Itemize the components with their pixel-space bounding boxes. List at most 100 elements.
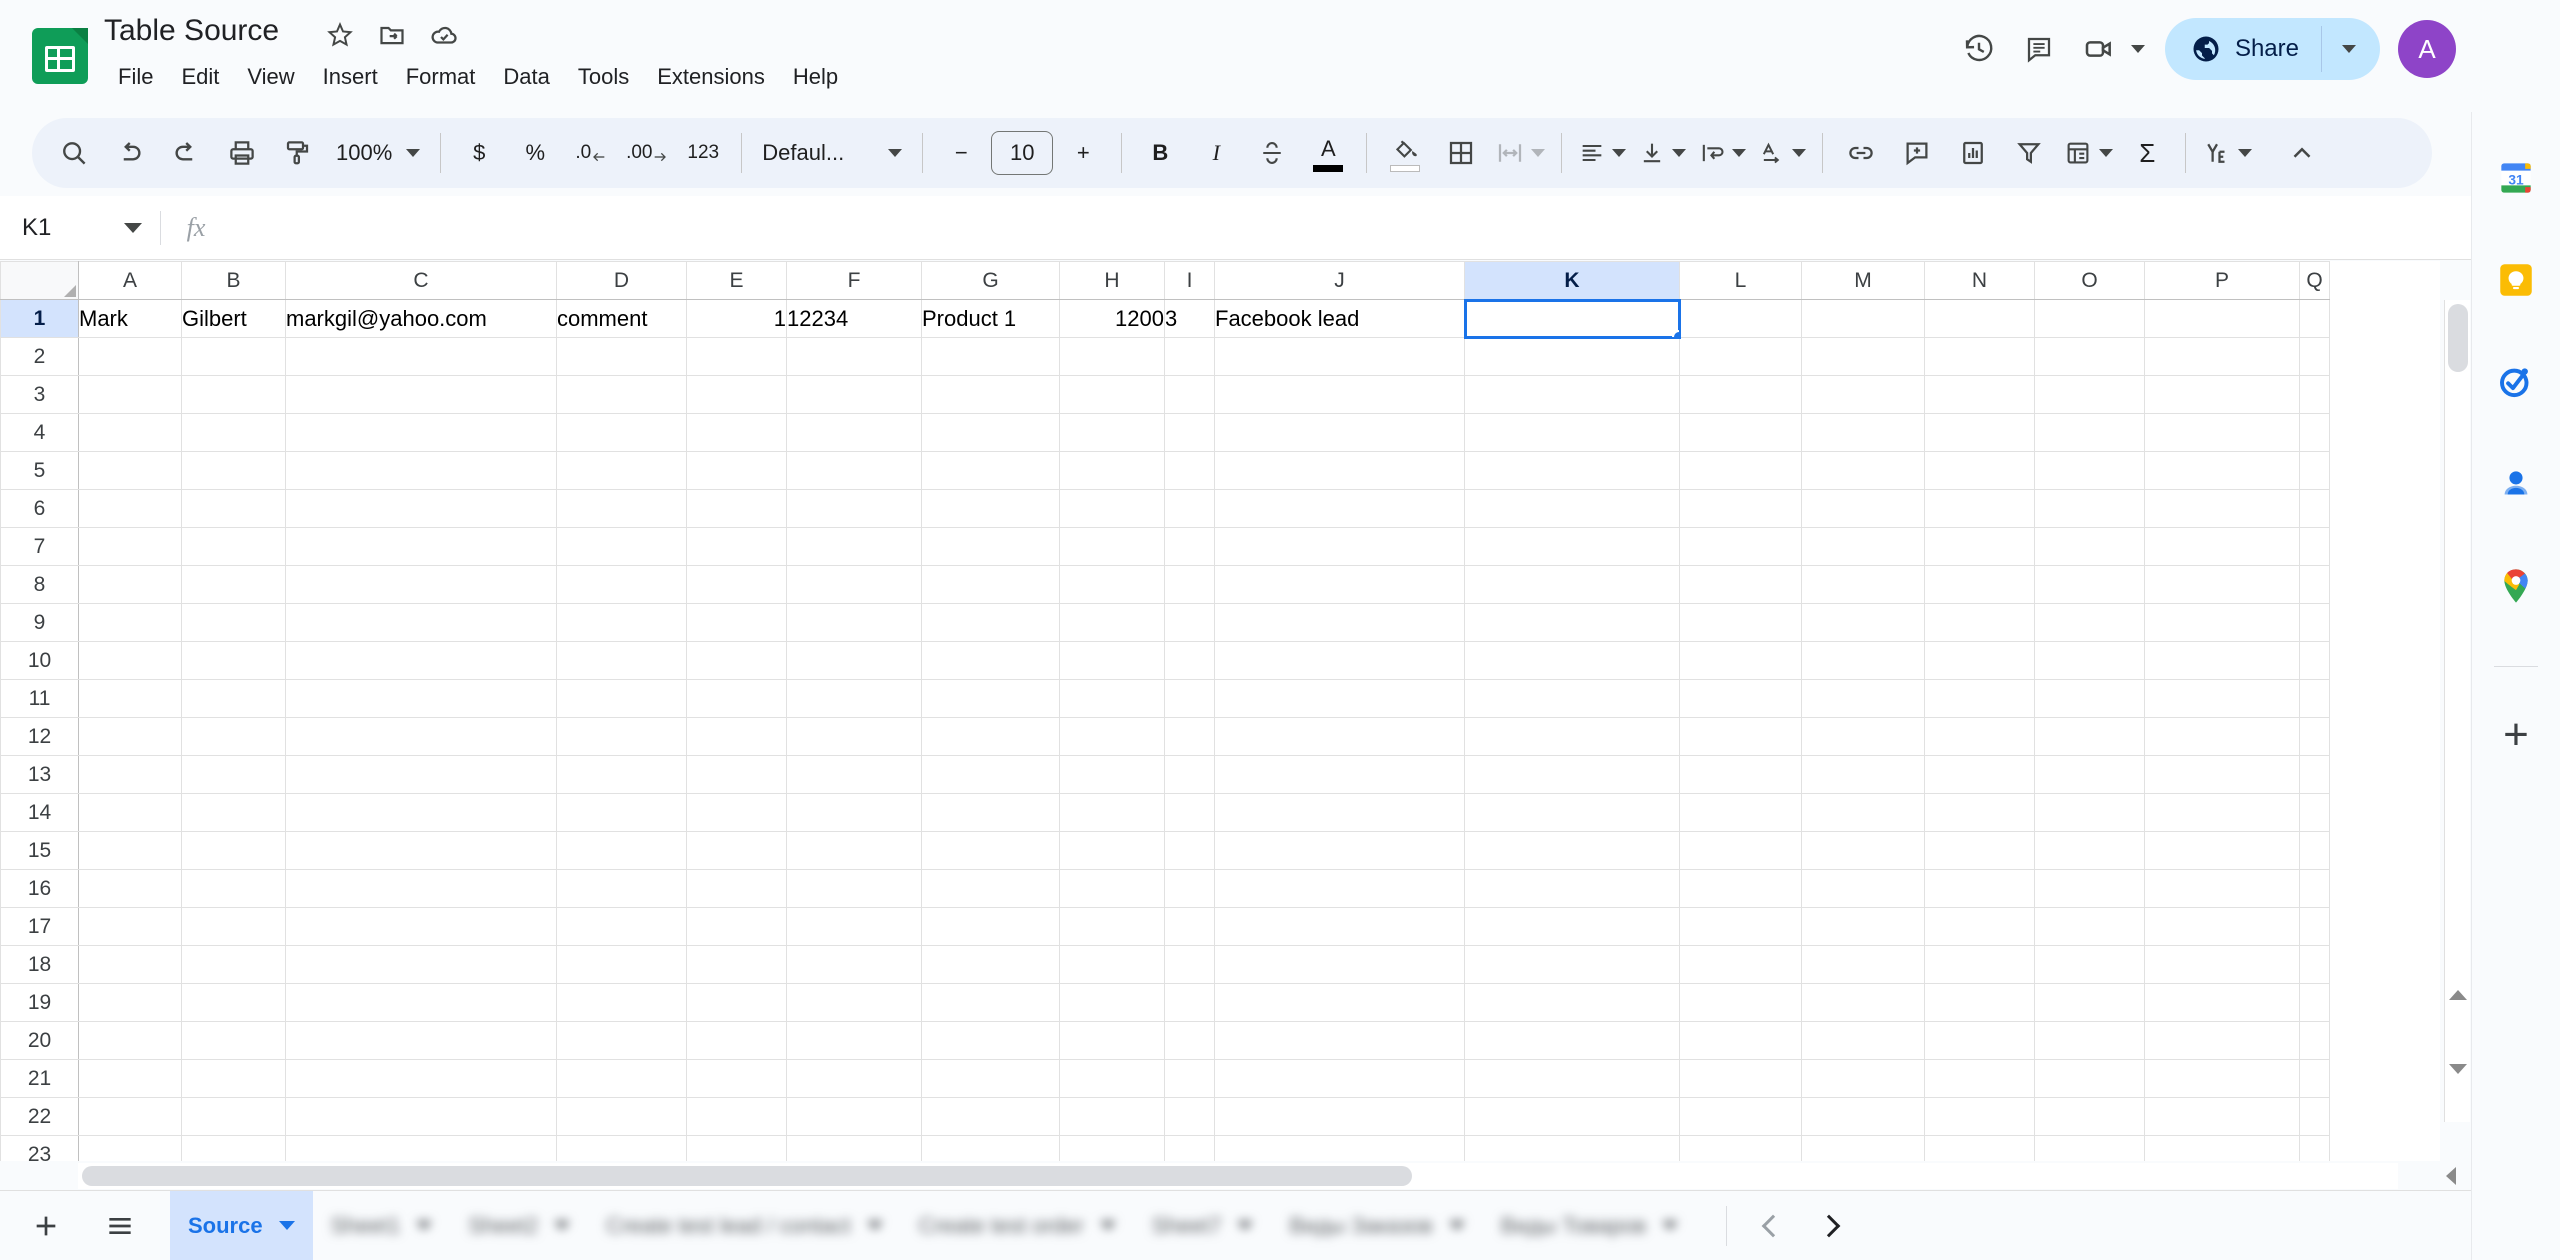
cell-L11[interactable] [1679,679,1802,718]
column-header-f[interactable]: F [786,261,922,300]
cell-P21[interactable] [2144,1059,2300,1098]
cell-K21[interactable] [1464,1059,1680,1098]
cell-I5[interactable] [1164,451,1215,490]
cell-K4[interactable] [1464,413,1680,452]
cell-F14[interactable] [786,793,922,832]
insert-comment-icon[interactable] [1889,125,1945,181]
cell-B3[interactable] [181,375,286,414]
cell-P18[interactable] [2144,945,2300,984]
cell-P9[interactable] [2144,603,2300,642]
cell-L10[interactable] [1679,641,1802,680]
row-header-23[interactable]: 23 [0,1135,79,1161]
cell-G11[interactable] [921,679,1060,718]
sheet-tab-7[interactable]: Виды Товаров [1483,1191,1697,1260]
menu-view[interactable]: View [233,60,308,94]
more-formats-button[interactable]: 123 [675,125,731,181]
cell-Q23[interactable] [2299,1135,2330,1161]
cell-C1[interactable]: markgil@yahoo.com [285,299,557,338]
scroll-down-button[interactable] [2445,1052,2471,1086]
cell-F16[interactable] [786,869,922,908]
cell-B6[interactable] [181,489,286,528]
cell-H18[interactable] [1059,945,1165,984]
sheet-tab-menu-caret[interactable] [554,1221,571,1230]
cell-P17[interactable] [2144,907,2300,946]
cell-E7[interactable] [686,527,787,566]
row-header-4[interactable]: 4 [0,413,79,452]
cell-N23[interactable] [1924,1135,2035,1161]
cell-C7[interactable] [285,527,557,566]
cell-P1[interactable] [2144,299,2300,338]
cell-M16[interactable] [1801,869,1925,908]
column-header-k[interactable]: K [1464,261,1680,300]
cell-F19[interactable] [786,983,922,1022]
cell-M7[interactable] [1801,527,1925,566]
cell-N7[interactable] [1924,527,2035,566]
cell-M14[interactable] [1801,793,1925,832]
cell-Q22[interactable] [2299,1097,2330,1136]
cell-G19[interactable] [921,983,1060,1022]
cell-K23[interactable] [1464,1135,1680,1161]
cell-J6[interactable] [1214,489,1465,528]
cell-H12[interactable] [1059,717,1165,756]
cell-P5[interactable] [2144,451,2300,490]
cell-I2[interactable] [1164,337,1215,376]
cell-E2[interactable] [686,337,787,376]
font-family-select[interactable]: Defaul... [752,125,912,181]
zoom-control[interactable]: 100% [326,125,430,181]
cell-C10[interactable] [285,641,557,680]
cell-F22[interactable] [786,1097,922,1136]
cell-H2[interactable] [1059,337,1165,376]
cell-F20[interactable] [786,1021,922,1060]
cell-Q4[interactable] [2299,413,2330,452]
cell-G16[interactable] [921,869,1060,908]
column-header-b[interactable]: B [181,261,286,300]
cell-G8[interactable] [921,565,1060,604]
cell-Q14[interactable] [2299,793,2330,832]
cell-C21[interactable] [285,1059,557,1098]
cell-D6[interactable] [556,489,687,528]
cell-H16[interactable] [1059,869,1165,908]
insert-chart-icon[interactable] [1945,125,2001,181]
cell-J2[interactable] [1214,337,1465,376]
share-button[interactable]: Share [2164,18,2380,80]
cell-E11[interactable] [686,679,787,718]
menu-data[interactable]: Data [489,60,563,94]
cell-L18[interactable] [1679,945,1802,984]
cell-Q19[interactable] [2299,983,2330,1022]
cell-D22[interactable] [556,1097,687,1136]
cell-C23[interactable] [285,1135,557,1161]
cell-J19[interactable] [1214,983,1465,1022]
cell-G7[interactable] [921,527,1060,566]
functions-button[interactable]: Σ [2119,125,2175,181]
cell-E6[interactable] [686,489,787,528]
cell-Q10[interactable] [2299,641,2330,680]
cell-K20[interactable] [1464,1021,1680,1060]
cell-E18[interactable] [686,945,787,984]
share-dropdown-caret[interactable] [2322,45,2376,53]
cell-C6[interactable] [285,489,557,528]
column-header-p[interactable]: P [2144,261,2300,300]
search-icon[interactable] [46,125,102,181]
cell-P6[interactable] [2144,489,2300,528]
cell-O20[interactable] [2034,1021,2145,1060]
cell-G21[interactable] [921,1059,1060,1098]
cell-J17[interactable] [1214,907,1465,946]
cell-D12[interactable] [556,717,687,756]
cell-L9[interactable] [1679,603,1802,642]
merge-cells-button[interactable] [1489,125,1551,181]
cell-M15[interactable] [1801,831,1925,870]
cell-C3[interactable] [285,375,557,414]
cell-N12[interactable] [1924,717,2035,756]
cell-P20[interactable] [2144,1021,2300,1060]
select-all-corner[interactable] [0,261,79,300]
cell-G5[interactable] [921,451,1060,490]
horizontal-scrollbar[interactable] [78,1163,2398,1189]
cell-E14[interactable] [686,793,787,832]
cell-O21[interactable] [2034,1059,2145,1098]
cell-J14[interactable] [1214,793,1465,832]
cell-D3[interactable] [556,375,687,414]
cell-A14[interactable] [78,793,182,832]
cell-B20[interactable] [181,1021,286,1060]
cell-K3[interactable] [1464,375,1680,414]
cell-L3[interactable] [1679,375,1802,414]
